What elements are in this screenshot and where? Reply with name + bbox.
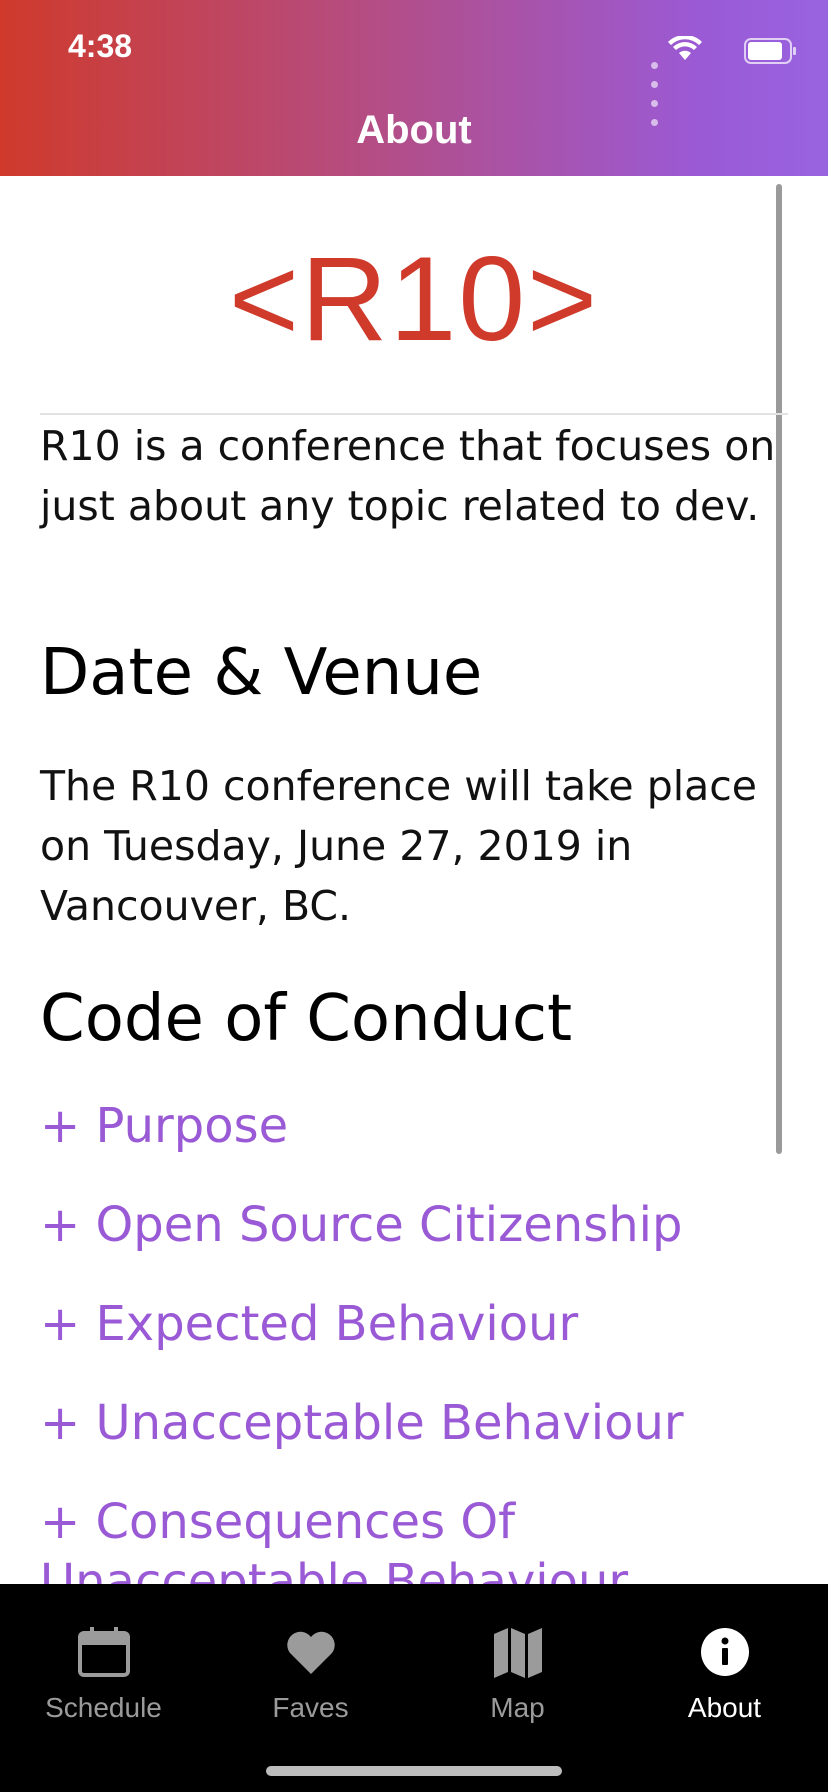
- date-venue-heading: Date & Venue: [40, 636, 483, 710]
- about-scroll-view[interactable]: <R10> R10 is a conference that focuses o…: [0, 176, 828, 1584]
- tab-schedule[interactable]: Schedule: [0, 1624, 207, 1724]
- app-header: 4:38 About: [0, 0, 828, 176]
- code-of-conduct-heading: Code of Conduct: [40, 982, 573, 1056]
- tab-bar: Schedule Faves Map About: [0, 1584, 828, 1792]
- map-icon: [493, 1628, 542, 1678]
- tab-label-map: Map: [490, 1692, 545, 1723]
- tab-faves[interactable]: Faves: [207, 1624, 414, 1724]
- tab-about[interactable]: About: [621, 1624, 828, 1724]
- conduct-item-open-source-citizenship[interactable]: + Open Source Citizenship: [40, 1195, 800, 1294]
- heart-icon: [286, 1631, 335, 1674]
- tab-label-schedule: Schedule: [45, 1692, 162, 1723]
- page-title: About: [356, 108, 472, 152]
- conduct-item-purpose[interactable]: + Purpose: [40, 1096, 800, 1195]
- intro-text: R10 is a conference that focuses on just…: [40, 422, 776, 530]
- tab-label-about: About: [687, 1692, 762, 1723]
- conduct-item-expected-behaviour[interactable]: + Expected Behaviour: [40, 1294, 800, 1393]
- conduct-item-consequences[interactable]: + Consequences Of Unacceptable Behaviour: [40, 1492, 800, 1584]
- calendar-icon: [77, 1627, 130, 1677]
- divider: [40, 413, 788, 415]
- battery-icon: [744, 38, 796, 64]
- r10-logo: <R10>: [228, 232, 600, 366]
- date-venue-text: The R10 conference will take place on Tu…: [40, 762, 757, 930]
- tab-label-faves: Faves: [272, 1692, 349, 1723]
- tab-map[interactable]: Map: [414, 1624, 621, 1724]
- status-time: 4:38: [68, 28, 133, 64]
- home-indicator[interactable]: [266, 1766, 562, 1776]
- info-icon: [700, 1628, 749, 1676]
- code-of-conduct-list: + Purpose + Open Source Citizenship + Ex…: [40, 1096, 800, 1584]
- wifi-icon: [668, 36, 702, 60]
- conduct-item-unacceptable-behaviour[interactable]: + Unacceptable Behaviour: [40, 1393, 800, 1492]
